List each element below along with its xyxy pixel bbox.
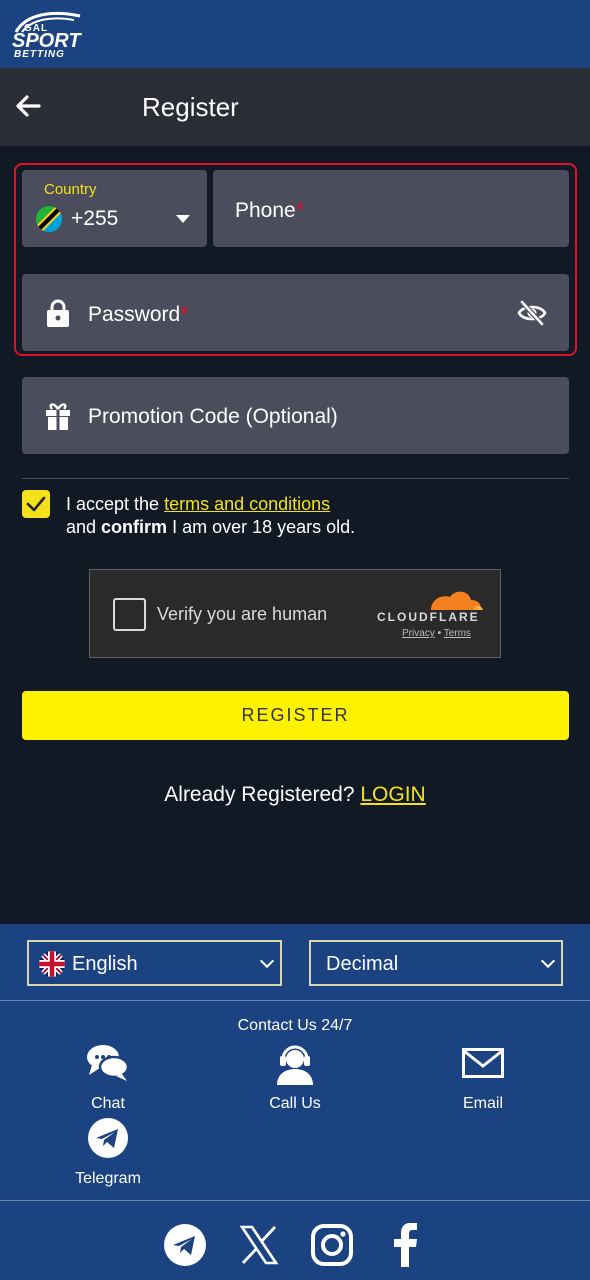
terms-link-cloudflare[interactable]: Terms bbox=[444, 628, 471, 639]
language-value: English bbox=[72, 953, 138, 975]
chat-icon bbox=[48, 1039, 168, 1087]
captcha-checkbox[interactable] bbox=[113, 598, 146, 631]
telegram-social-icon[interactable] bbox=[162, 1222, 208, 1268]
telegram-label: Telegram bbox=[75, 1170, 141, 1187]
email-label: Email bbox=[462, 1095, 503, 1112]
back-button[interactable] bbox=[10, 88, 46, 124]
chat-label: Chat bbox=[91, 1095, 125, 1112]
cloudflare-captcha: Verify you are human CLOUDFLARE Privacy … bbox=[89, 569, 501, 658]
privacy-link[interactable]: Privacy bbox=[402, 628, 435, 639]
odds-format-select[interactable]: Decimal bbox=[309, 940, 563, 986]
contact-chat[interactable]: Chat bbox=[48, 1039, 168, 1113]
cloudflare-wordmark: CLOUDFLARE bbox=[377, 610, 480, 624]
arrow-left-icon bbox=[16, 95, 41, 117]
gal-sport-betting-logo[interactable]: GAL SPORT BETTING bbox=[10, 10, 94, 60]
chevron-down-icon bbox=[259, 953, 275, 969]
page-header: Register bbox=[0, 68, 590, 146]
instagram-social-icon[interactable] bbox=[309, 1222, 355, 1268]
contact-call-us[interactable]: Call Us bbox=[235, 1039, 355, 1113]
form-divider bbox=[22, 478, 569, 479]
page-title: Register bbox=[142, 92, 239, 122]
headset-icon bbox=[235, 1039, 355, 1087]
captcha-links: Privacy • Terms bbox=[402, 628, 471, 639]
contact-telegram[interactable]: Telegram bbox=[48, 1114, 168, 1188]
password-input[interactable]: Password* bbox=[22, 274, 569, 351]
contact-title: Contact Us 24/7 bbox=[237, 1017, 353, 1034]
telegram-icon bbox=[48, 1114, 168, 1162]
caret-down-icon bbox=[176, 215, 190, 223]
promo-code-input[interactable]: Promotion Code (Optional) bbox=[22, 377, 569, 454]
country-label: Country bbox=[44, 181, 97, 198]
terms-link[interactable]: terms and conditions bbox=[164, 494, 330, 514]
login-link[interactable]: LOGIN bbox=[360, 783, 425, 806]
contact-email[interactable]: Email bbox=[423, 1039, 543, 1113]
password-placeholder: Password* bbox=[88, 303, 189, 326]
promo-code-placeholder: Promotion Code (Optional) bbox=[88, 405, 338, 428]
lock-icon bbox=[44, 298, 72, 328]
x-social-icon[interactable] bbox=[236, 1222, 282, 1268]
phone-placeholder: Phone* bbox=[235, 199, 304, 222]
call-us-label: Call Us bbox=[269, 1095, 321, 1112]
register-button[interactable]: REGISTER bbox=[22, 691, 569, 740]
terms-text: I accept the terms and conditions and co… bbox=[66, 494, 356, 537]
phone-input[interactable]: Phone* bbox=[213, 170, 569, 247]
logo-text-betting: BETTING bbox=[14, 49, 65, 60]
country-code-select[interactable]: Country +255 bbox=[22, 170, 207, 247]
envelope-icon bbox=[423, 1039, 543, 1087]
checkmark-icon bbox=[26, 496, 46, 512]
footer-divider bbox=[0, 1000, 590, 1001]
odds-format-value: Decimal bbox=[326, 953, 399, 975]
brand-bar: GAL SPORT BETTING bbox=[0, 0, 590, 68]
login-prompt: Already Registered? LOGIN bbox=[164, 783, 426, 806]
captcha-label: Verify you are human bbox=[157, 604, 328, 624]
chevron-down-icon bbox=[540, 953, 556, 969]
dial-code-value: +255 bbox=[71, 207, 119, 230]
eye-off-icon[interactable] bbox=[516, 299, 548, 327]
uk-flag-icon bbox=[39, 951, 65, 977]
footer: English Decimal Contact Us 24/7 Chat Cal… bbox=[0, 924, 590, 1280]
gift-icon bbox=[44, 400, 72, 432]
tanzania-flag-icon bbox=[36, 206, 62, 232]
language-select[interactable]: English bbox=[27, 940, 282, 986]
terms-checkbox[interactable] bbox=[22, 490, 50, 518]
footer-divider bbox=[0, 1200, 590, 1201]
facebook-social-icon[interactable] bbox=[382, 1222, 428, 1268]
